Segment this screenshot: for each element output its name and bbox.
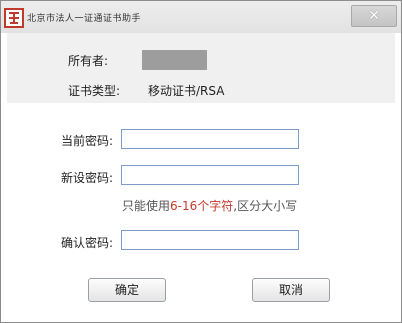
owner-value-redacted [142,50,207,70]
title-bar[interactable]: 北京市法人一证通证书助手 ✕ [1,1,401,33]
window-title: 北京市法人一证通证书助手 [27,14,142,24]
password-hint-prefix: 只能使用 [122,199,171,213]
new-password-input[interactable] [121,165,299,185]
password-hint: 只能使用6-16个字符,区分大小写 [122,197,297,214]
current-password-input[interactable] [121,129,299,149]
ok-button[interactable]: 确定 [88,278,166,302]
app-logo-icon [4,8,24,28]
current-password-label: 当前密码: [61,134,114,148]
owner-label: 所有者: [68,54,109,68]
close-icon: ✕ [368,8,380,24]
dialog-window: 北京市法人一证通证书助手 ✕ 所有者: 证书类型: 移动证书/RSA 当前密码:… [0,0,402,323]
new-password-label: 新设密码: [61,171,114,185]
password-hint-length: 6-16个字符 [170,199,234,213]
close-button[interactable]: ✕ [351,5,397,27]
password-hint-suffix: ,区分大小写 [233,199,298,213]
cert-type-value: 移动证书/RSA [148,84,225,98]
cert-type-label: 证书类型: [68,84,121,98]
confirm-password-label: 确认密码: [61,236,114,250]
cancel-button[interactable]: 取消 [252,278,330,302]
confirm-password-input[interactable] [121,230,299,250]
